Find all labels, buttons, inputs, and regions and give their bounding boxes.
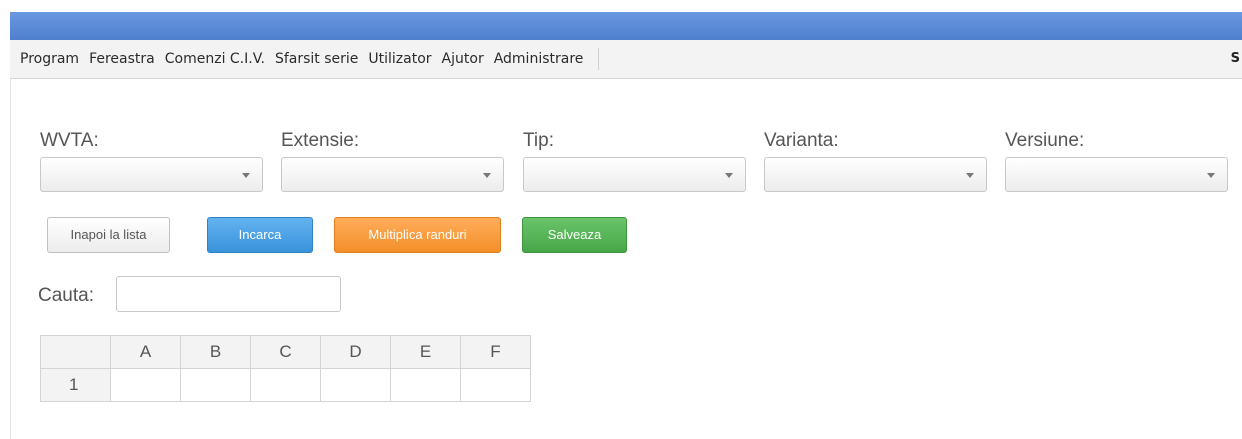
grid-cell[interactable]: [460, 368, 531, 402]
menu-comenzi-civ[interactable]: Comenzi C.I.V.: [160, 40, 270, 78]
menu-program[interactable]: Program: [10, 40, 84, 78]
menu-administrare[interactable]: Administrare: [489, 40, 589, 78]
column-header-a[interactable]: A: [110, 335, 181, 369]
table-row: 1: [40, 368, 531, 402]
grid-cell[interactable]: [180, 368, 251, 402]
extensie-select[interactable]: [281, 157, 504, 192]
grid-cell[interactable]: [110, 368, 181, 402]
varianta-label: Varianta:: [764, 130, 839, 151]
chevron-down-icon: [1207, 173, 1215, 178]
menu-right-label: S: [1230, 51, 1240, 66]
menu-separator: [598, 48, 600, 70]
menu-ajutor[interactable]: Ajutor: [437, 40, 489, 78]
column-header-c[interactable]: C: [250, 335, 321, 369]
varianta-select[interactable]: [764, 157, 987, 192]
row-header-1[interactable]: 1: [40, 368, 111, 402]
menu-bar: Program Fereastra Comenzi C.I.V. Sfarsit…: [10, 40, 1242, 79]
menu-utilizator[interactable]: Utilizator: [363, 40, 436, 78]
spreadsheet-grid: A B C D E F 1: [40, 335, 531, 402]
grid-cell[interactable]: [320, 368, 391, 402]
wvta-select[interactable]: [40, 157, 263, 192]
search-input[interactable]: [116, 276, 341, 312]
multiply-rows-button[interactable]: Multiplica randuri: [334, 217, 501, 253]
tip-field: Tip:: [523, 130, 748, 192]
wvta-label: WVTA:: [40, 130, 99, 151]
varianta-field: Varianta:: [764, 130, 989, 192]
wvta-field: WVTA:: [40, 130, 265, 192]
column-header-f[interactable]: F: [460, 335, 531, 369]
window-title-bar: [10, 12, 1242, 40]
chevron-down-icon: [966, 173, 974, 178]
column-header-d[interactable]: D: [320, 335, 391, 369]
menu-fereastra[interactable]: Fereastra: [84, 40, 160, 78]
versiune-select[interactable]: [1005, 157, 1228, 192]
versiune-label: Versiune:: [1005, 130, 1085, 151]
grid-cell[interactable]: [250, 368, 321, 402]
chevron-down-icon: [725, 173, 733, 178]
column-header-b[interactable]: B: [180, 335, 251, 369]
search-label: Cauta:: [38, 285, 94, 306]
back-to-list-button[interactable]: Inapoi la lista: [47, 217, 170, 253]
menu-sfarsit-serie[interactable]: Sfarsit serie: [270, 40, 363, 78]
versiune-field: Versiune:: [1005, 130, 1230, 192]
tip-select[interactable]: [523, 157, 746, 192]
load-button[interactable]: Incarca: [207, 217, 313, 253]
chevron-down-icon: [242, 173, 250, 178]
grid-corner-cell: [40, 335, 111, 369]
grid-cell[interactable]: [390, 368, 461, 402]
column-header-e[interactable]: E: [390, 335, 461, 369]
grid-header-row: A B C D E F: [40, 335, 531, 369]
chevron-down-icon: [483, 173, 491, 178]
main-content: WVTA: Extensie: Tip: Varianta: Versiune:: [10, 79, 1242, 439]
tip-label: Tip:: [523, 130, 554, 151]
extensie-label: Extensie:: [281, 130, 360, 151]
save-button[interactable]: Salveaza: [522, 217, 627, 253]
extensie-field: Extensie:: [281, 130, 506, 192]
